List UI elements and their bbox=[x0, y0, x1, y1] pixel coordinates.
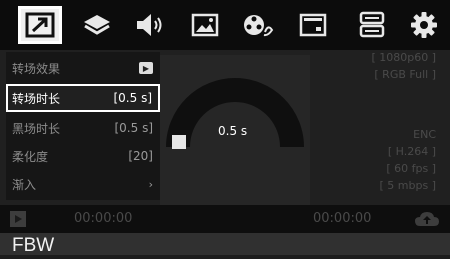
menu-item-fade-in[interactable]: 渐入 › bbox=[6, 170, 160, 198]
menu-item-transition-duration[interactable]: 转场时长 [0.5 s] bbox=[6, 84, 160, 112]
image-tab[interactable] bbox=[183, 6, 227, 44]
storage-icon bbox=[359, 11, 385, 38]
layers-tab[interactable] bbox=[75, 6, 119, 44]
status-info-encode: ENC [ H.264 ] [ 60 fps ] [ 5 mbps ] bbox=[380, 126, 436, 194]
layers-icon bbox=[84, 15, 110, 35]
bottom-label: FBW bbox=[12, 235, 55, 256]
transition-duration-dial: 0.5 s bbox=[160, 55, 310, 205]
transition-tab[interactable] bbox=[18, 6, 62, 44]
bitrate-text: [ 5 mbps ] bbox=[379, 179, 436, 192]
chevron-right-icon: › bbox=[148, 177, 153, 191]
menu-item-value: [0.5 s] bbox=[113, 91, 152, 105]
menu-item-softness[interactable]: 柔化度 [20] bbox=[6, 142, 160, 170]
color-space-text: [ RGB Full ] bbox=[374, 68, 436, 81]
dial-value: 0.5 s bbox=[218, 124, 248, 138]
image-icon bbox=[191, 13, 219, 37]
menu-item-value: [20] bbox=[128, 149, 153, 163]
play-icon[interactable] bbox=[10, 211, 26, 227]
menu-item-label: 柔化度 bbox=[12, 149, 49, 164]
stream-timecode: 00:00:00 bbox=[313, 211, 372, 226]
resolution-text: [ 1080p60 ] bbox=[371, 51, 436, 64]
enc-label: ENC bbox=[413, 128, 436, 141]
menu-item-label: 渐入 bbox=[12, 177, 37, 192]
menu-item-value: [0.5 s] bbox=[114, 121, 153, 135]
transition-icon bbox=[25, 12, 55, 38]
transition-menu: 转场效果 ▶ 转场时长 [0.5 s] 黑场时长 [0.5 s] 柔化度 [20… bbox=[6, 52, 160, 200]
film-reel-icon bbox=[244, 15, 274, 37]
cloud-upload-icon[interactable] bbox=[414, 210, 440, 228]
codec-text: [ H.264 ] bbox=[387, 145, 436, 158]
top-toolbar bbox=[0, 0, 450, 50]
audio-tab[interactable] bbox=[128, 6, 172, 44]
output-tab[interactable] bbox=[291, 6, 335, 44]
storage-tab[interactable] bbox=[350, 6, 394, 44]
status-info-top: [ 1080p60 ] [ RGB Full ] bbox=[371, 49, 436, 83]
media-tab[interactable] bbox=[236, 6, 280, 44]
menu-item-label: 转场效果 bbox=[12, 61, 61, 76]
menu-item-transition-effect[interactable]: 转场效果 ▶ bbox=[6, 54, 160, 82]
toggle-icon[interactable]: ▶ bbox=[139, 62, 153, 74]
record-timecode: 00:00:00 bbox=[74, 211, 133, 226]
menu-item-label: 黑场时长 bbox=[12, 121, 61, 136]
gear-icon bbox=[411, 12, 437, 38]
window-icon bbox=[299, 13, 327, 37]
status-bar: 00:00:00 00:00:00 bbox=[0, 205, 450, 233]
settings-tab[interactable] bbox=[402, 6, 446, 44]
fps-text: [ 60 fps ] bbox=[386, 162, 436, 175]
bottom-bar: FBW bbox=[0, 233, 450, 256]
dial-handle bbox=[172, 135, 186, 149]
menu-item-label: 转场时长 bbox=[12, 91, 61, 106]
volume-icon bbox=[137, 14, 162, 36]
menu-item-black-duration[interactable]: 黑场时长 [0.5 s] bbox=[6, 114, 160, 142]
